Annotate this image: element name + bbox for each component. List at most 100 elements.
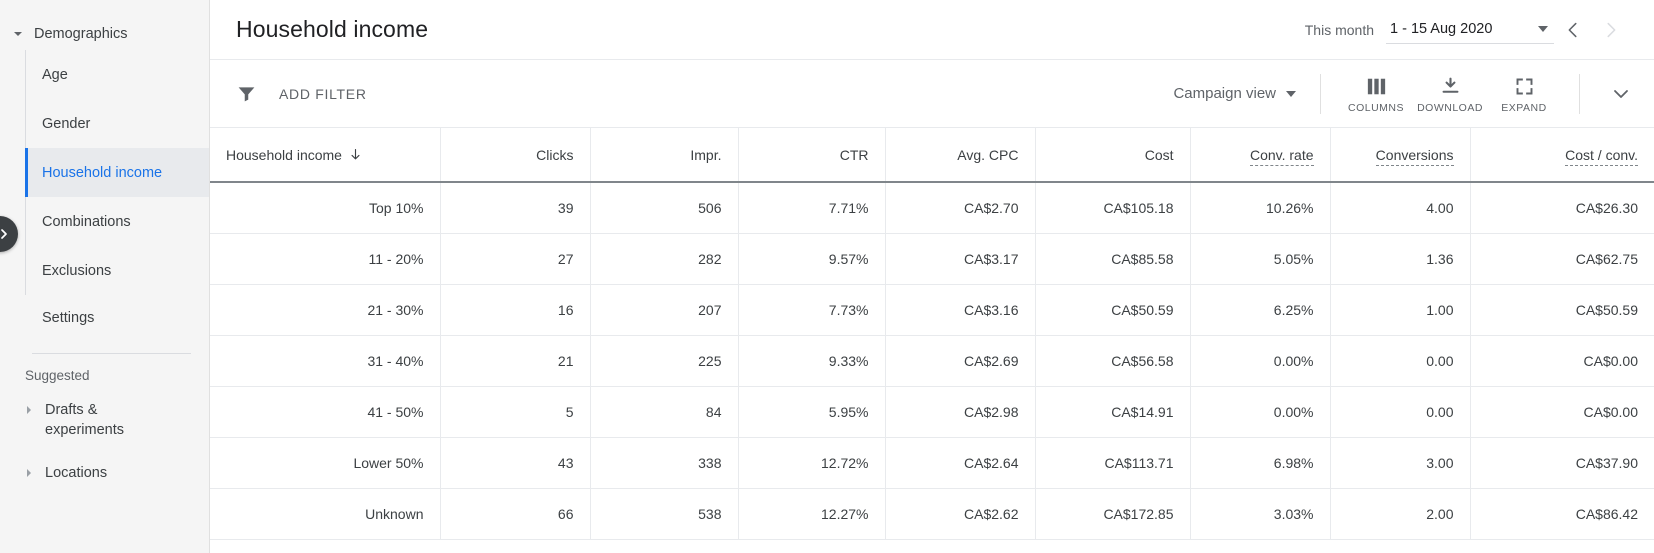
table-row[interactable]: Top 10% 39 506 7.71% CA$2.70 CA$105.18 10.26% 4… xyxy=(210,182,1654,234)
sidebar-collapse-button[interactable] xyxy=(0,216,18,252)
cell-metric: 66 xyxy=(440,488,591,540)
chevron-right-icon xyxy=(25,405,35,415)
sidebar-group-demographics[interactable]: Demographics xyxy=(0,18,209,50)
download-button[interactable]: DOWNLOAD xyxy=(1413,73,1487,114)
app-root: Demographics Age Gender Household income… xyxy=(0,0,1654,553)
cell-metric: 84 xyxy=(590,386,739,438)
cell-metric: 4.00 xyxy=(1330,182,1471,234)
expand-button[interactable]: EXPAND xyxy=(1487,73,1561,114)
cell-metric: 3.00 xyxy=(1330,437,1471,489)
cell-metric: 12.27% xyxy=(738,488,886,540)
sidebar-item-label: Combinations xyxy=(42,213,131,230)
column-label: Conv. rate xyxy=(1249,146,1314,166)
cell-metric: 39 xyxy=(440,182,591,234)
sidebar-item-locations[interactable]: Locations xyxy=(0,449,209,492)
sidebar-item-gender[interactable]: Gender xyxy=(26,99,209,148)
cell-metric: 207 xyxy=(590,284,739,336)
arrow-down-icon xyxy=(348,147,363,162)
cell-metric: CA$14.91 xyxy=(1035,386,1191,438)
cell-metric: CA$2.62 xyxy=(885,488,1036,540)
funnel-icon[interactable] xyxy=(236,83,257,104)
cell-metric: 5.95% xyxy=(738,386,886,438)
sidebar-item-label: Locations xyxy=(45,465,108,481)
column-label: Cost / conv. xyxy=(1565,146,1638,166)
cell-metric: CA$172.85 xyxy=(1035,488,1191,540)
data-table-container: Household income Clicks Impr. CTR Avg. C… xyxy=(210,128,1654,553)
cell-metric: 7.71% xyxy=(738,182,886,234)
chevron-left-icon xyxy=(1568,22,1577,37)
table-row[interactable]: 31 - 40% 21 225 9.33% CA$2.69 CA$56.58 0.00% 0.… xyxy=(210,335,1654,387)
sidebar-item-combinations[interactable]: Combinations xyxy=(26,197,209,246)
column-header-conv-rate[interactable]: Conv. rate xyxy=(1190,128,1331,183)
download-button-label: DOWNLOAD xyxy=(1417,102,1483,114)
table-row[interactable]: 11 - 20% 27 282 9.57% CA$3.17 CA$85.58 5.05% 1.… xyxy=(210,233,1654,285)
campaign-view-selector[interactable]: Campaign view xyxy=(1173,85,1302,102)
table-body: Top 10% 39 506 7.71% CA$2.70 CA$105.18 10.26% 4… xyxy=(210,182,1654,540)
table-toolbar: ADD FILTER Campaign view COLUMNS DOWNLOA… xyxy=(210,60,1654,128)
date-range-controls: This month 1 - 15 Aug 2020 xyxy=(1305,11,1638,49)
column-header-clicks[interactable]: Clicks xyxy=(440,128,591,183)
column-label: Conversions xyxy=(1375,146,1454,166)
previous-period-button[interactable] xyxy=(1554,11,1592,49)
sidebar-item-label: Gender xyxy=(42,115,91,132)
collapse-panel-button[interactable] xyxy=(1598,71,1644,117)
cell-household-income: Lower 50% xyxy=(210,437,441,489)
columns-button[interactable]: COLUMNS xyxy=(1339,73,1413,114)
cell-metric: 3.03% xyxy=(1190,488,1331,540)
expand-button-label: EXPAND xyxy=(1501,102,1547,114)
expand-icon-glyph xyxy=(1516,78,1532,94)
cell-metric: 0.00% xyxy=(1190,386,1331,438)
table-row[interactable]: 41 - 50% 5 84 5.95% CA$2.98 CA$14.91 0.00% 0.00… xyxy=(210,386,1654,438)
download-icon-glyph xyxy=(1442,77,1458,93)
campaign-view-label: Campaign view xyxy=(1173,85,1276,102)
column-label: Household income xyxy=(226,146,342,163)
table-header: Household income Clicks Impr. CTR Avg. C… xyxy=(210,128,1654,183)
next-period-button[interactable] xyxy=(1592,11,1630,49)
cell-household-income: 11 - 20% xyxy=(210,233,441,285)
column-header-avg-cpc[interactable]: Avg. CPC xyxy=(885,128,1036,183)
cell-metric: CA$26.30 xyxy=(1470,182,1654,234)
date-range-picker[interactable]: 1 - 15 Aug 2020 xyxy=(1386,16,1554,44)
cell-metric: CA$2.69 xyxy=(885,335,1036,387)
cell-household-income: Top 10% xyxy=(210,182,441,234)
sidebar-item-label: Settings xyxy=(42,310,95,326)
page-header: Household income This month 1 - 15 Aug 2… xyxy=(210,0,1654,60)
cell-metric: CA$2.64 xyxy=(885,437,1036,489)
cell-household-income: 41 - 50% xyxy=(210,386,441,438)
cell-household-income: 21 - 30% xyxy=(210,284,441,336)
cell-metric: 0.00 xyxy=(1330,386,1471,438)
column-header-cost-per-conv[interactable]: Cost / conv. xyxy=(1470,128,1654,183)
columns-button-label: COLUMNS xyxy=(1347,102,1404,114)
sidebar-item-drafts-experiments[interactable]: Drafts & experiments xyxy=(0,391,209,449)
column-header-ctr[interactable]: CTR xyxy=(738,128,886,183)
table-row[interactable]: Lower 50% 43 338 12.72% CA$2.64 CA$113.71 6.98… xyxy=(210,437,1654,489)
chevron-down-icon xyxy=(1286,90,1296,97)
columns-icon xyxy=(1366,73,1387,99)
cell-metric: 16 xyxy=(440,284,591,336)
column-label: CTR xyxy=(839,146,869,163)
cell-metric: 27 xyxy=(440,233,591,285)
sidebar-item-label: Household income xyxy=(42,164,163,181)
column-header-cost[interactable]: Cost xyxy=(1035,128,1191,183)
cell-metric: CA$50.59 xyxy=(1470,284,1654,336)
sidebar-subnav: Age Gender Household income Combinations… xyxy=(25,50,209,295)
table-row[interactable]: 21 - 30% 16 207 7.73% CA$3.16 CA$50.59 6.25% 1.… xyxy=(210,284,1654,336)
column-header-conversions[interactable]: Conversions xyxy=(1330,128,1471,183)
column-label: Cost xyxy=(1144,146,1174,163)
cell-metric: CA$56.58 xyxy=(1035,335,1191,387)
column-header-household-income[interactable]: Household income xyxy=(210,128,441,183)
cell-metric: CA$2.98 xyxy=(885,386,1036,438)
add-filter-button[interactable]: ADD FILTER xyxy=(279,86,367,102)
cell-metric: CA$85.58 xyxy=(1035,233,1191,285)
page-title: Household income xyxy=(236,16,429,42)
sidebar-item-age[interactable]: Age xyxy=(26,50,209,99)
sidebar-item-household-income[interactable]: Household income xyxy=(25,148,209,197)
sidebar-item-exclusions[interactable]: Exclusions xyxy=(26,246,209,295)
cell-household-income: 31 - 40% xyxy=(210,335,441,387)
column-header-impressions[interactable]: Impr. xyxy=(590,128,739,183)
chevron-down-icon xyxy=(1614,89,1628,98)
table-row[interactable]: Unknown 66 538 12.27% CA$2.62 CA$172.85 3.03% 2… xyxy=(210,488,1654,540)
cell-metric: CA$0.00 xyxy=(1470,335,1654,387)
sidebar-item-settings[interactable]: Settings xyxy=(25,295,209,341)
column-label: Avg. CPC xyxy=(957,146,1019,163)
